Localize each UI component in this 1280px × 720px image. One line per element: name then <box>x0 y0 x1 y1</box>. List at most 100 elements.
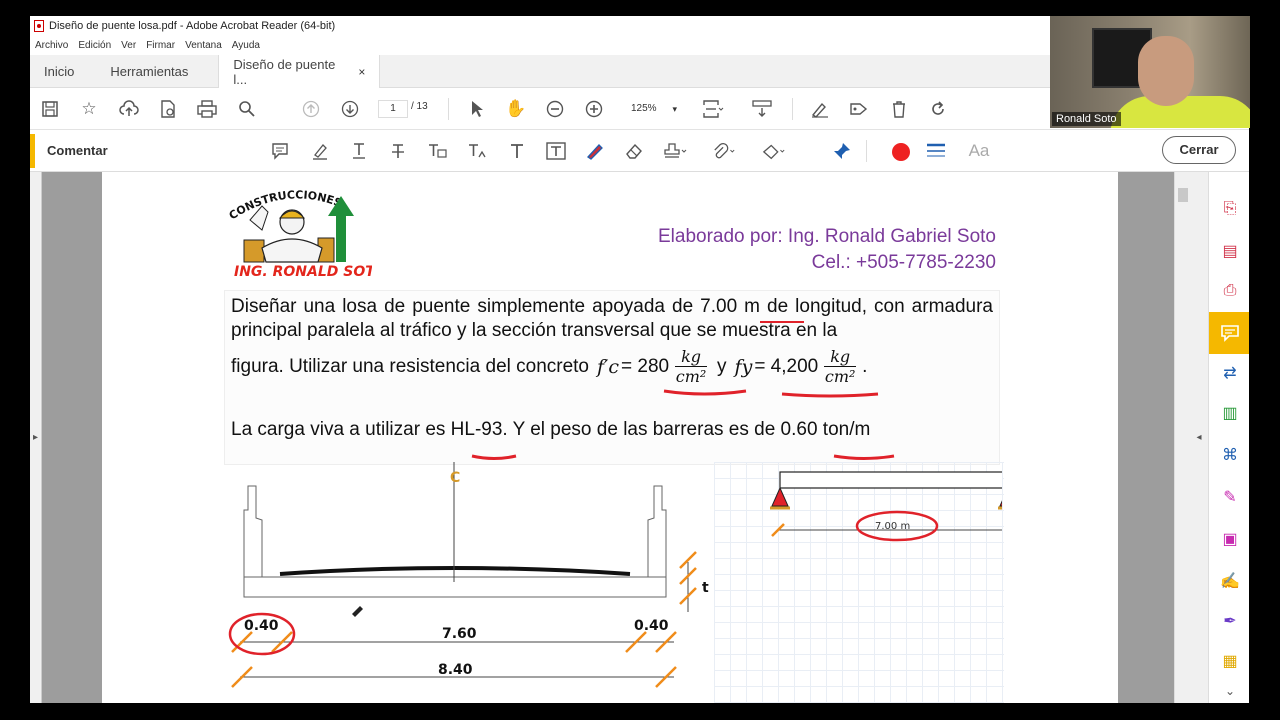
previous-page-icon[interactable] <box>300 98 322 120</box>
simple-beam-diagram: 7.00 m <box>770 471 1002 542</box>
tab-home[interactable]: Inicio <box>30 55 88 87</box>
fy-symbol: fy <box>734 355 753 378</box>
author-phone: Cel.: +505-7785-2230 <box>811 252 996 273</box>
zoom-in-icon[interactable] <box>583 98 605 120</box>
page-total: / 13 <box>411 101 428 112</box>
left-panel-toggle-icon[interactable]: ▸ <box>30 172 42 703</box>
hand-tool-icon[interactable]: ✋ <box>505 98 527 120</box>
live-load-text: La carga viva a utilizar es HL-93. Y el … <box>231 419 871 440</box>
company-logo: CONSTRUCCIONES ING. RONALD SOTO <box>227 188 372 280</box>
organize-pages-icon[interactable]: ▤ <box>1219 240 1241 262</box>
select-cursor-icon[interactable] <box>466 98 488 120</box>
print-icon[interactable] <box>196 98 218 120</box>
webcam-person-head <box>1138 36 1194 106</box>
underline-text-icon[interactable] <box>347 139 371 163</box>
export-pdf-icon[interactable]: ⎘ <box>1219 198 1241 220</box>
left-curb-dimension: 0.40 <box>244 618 279 634</box>
tab-document[interactable]: Diseño de puente l... × <box>218 54 381 89</box>
menu-archivo[interactable]: Archivo <box>35 40 68 51</box>
comment-tool-icon[interactable] <box>1209 312 1249 354</box>
font-size-icon[interactable]: Aa <box>967 139 991 163</box>
webcam-name-label: Ronald Soto <box>1052 112 1121 126</box>
right-curb-dimension: 0.40 <box>634 618 669 634</box>
more-tools-icon[interactable]: ▦ <box>1219 650 1241 672</box>
edit-pdf-icon[interactable]: ▥ <box>1219 402 1241 424</box>
stamp-icon[interactable] <box>663 139 687 163</box>
comment-accent-bar <box>30 134 35 168</box>
zoom-dropdown[interactable]: 125% <box>623 100 683 118</box>
logo-bottom-text: ING. RONALD SOTO <box>234 264 372 280</box>
page-fit-icon[interactable] <box>702 98 724 120</box>
right-panel-toggle-icon[interactable]: ◂ <box>1190 172 1208 703</box>
fc-value: = 280 <box>621 355 670 377</box>
line-style-icon[interactable] <box>924 139 948 163</box>
scan-ocr-icon[interactable]: ⌘ <box>1219 444 1241 466</box>
document-area: ▸ CONSTRUCCIONES ING. RONALD SOTO <box>30 172 1208 703</box>
stamp-tag-icon[interactable] <box>848 98 870 120</box>
combine-files-icon[interactable]: ⇄ <box>1219 362 1241 384</box>
beam-span-label: 7.00 m <box>875 521 910 532</box>
menu-ventana[interactable]: Ventana <box>185 40 222 51</box>
next-page-icon[interactable] <box>339 98 361 120</box>
close-comment-button[interactable]: Cerrar <box>1162 136 1236 164</box>
cross-section-drawing: C t 0.40 7.60 0.40 8.40 <box>228 462 709 688</box>
insert-text-icon[interactable] <box>466 139 490 163</box>
zoom-search-icon[interactable] <box>236 98 258 120</box>
protect-icon[interactable]: ▣ <box>1219 528 1241 550</box>
tab-tools[interactable]: Herramientas <box>96 55 202 87</box>
shapes-icon[interactable] <box>762 139 786 163</box>
pin-icon[interactable] <box>830 139 854 163</box>
pencil-draw-icon[interactable] <box>583 139 607 163</box>
file-search-icon[interactable] <box>157 98 179 120</box>
sticky-note-icon[interactable] <box>268 139 292 163</box>
certificate-icon[interactable]: ✒ <box>1219 610 1241 632</box>
add-text-icon[interactable] <box>505 139 529 163</box>
fc-unit: kg cm² <box>675 347 708 386</box>
window-title: Diseño de puente losa.pdf - Adobe Acroba… <box>49 20 336 32</box>
total-width-dimension: 8.40 <box>438 662 473 678</box>
bookmark-star-icon[interactable]: ☆ <box>78 98 100 120</box>
cloud-upload-icon[interactable] <box>118 98 140 120</box>
highlight-icon[interactable] <box>308 139 332 163</box>
redo-icon[interactable] <box>927 98 949 120</box>
toolbar-divider <box>792 98 793 120</box>
toolbar-divider <box>866 140 867 162</box>
replace-text-icon[interactable] <box>425 139 449 163</box>
text-box-icon[interactable] <box>544 139 568 163</box>
pdf-icon <box>34 20 44 32</box>
menu-edicion[interactable]: Edición <box>78 40 111 51</box>
fill-sign-icon[interactable]: ✎ <box>1219 486 1241 508</box>
screen: Diseño de puente losa.pdf - Adobe Acroba… <box>0 0 1280 720</box>
scrollbar-thumb[interactable] <box>1178 188 1188 202</box>
tools-rail: ⎘ ▤ ⎙ ⇄ ▥ ⌘ ✎ ▣ ✍ ✒ ▦ ⌄ <box>1208 172 1249 703</box>
page-number-input[interactable]: 1 <box>378 100 408 118</box>
color-picker-icon[interactable] <box>892 143 910 161</box>
strikethrough-icon[interactable] <box>386 139 410 163</box>
attach-file-icon[interactable] <box>712 139 736 163</box>
sign-pen-icon[interactable] <box>809 98 831 120</box>
menu-ver[interactable]: Ver <box>121 40 136 51</box>
scroll-mode-icon[interactable] <box>751 98 773 120</box>
centerline-label: C <box>450 470 460 486</box>
fc-unit-numerator: kg <box>675 347 708 367</box>
eraser-icon[interactable] <box>622 139 646 163</box>
vertical-scrollbar[interactable] <box>1174 172 1190 703</box>
fc-unit-denominator: cm² <box>675 367 707 386</box>
pen-cursor-icon <box>352 606 363 617</box>
send-for-signature-icon[interactable]: ✍ <box>1219 570 1241 592</box>
fy-unit-denominator: cm² <box>824 367 856 386</box>
webcam-overlay: Ronald Soto <box>1050 16 1250 128</box>
toolbar-divider <box>448 98 449 120</box>
thickness-label: t <box>702 580 709 596</box>
trash-icon[interactable] <box>888 98 910 120</box>
zoom-out-icon[interactable] <box>544 98 566 120</box>
close-tab-icon[interactable]: × <box>358 65 365 79</box>
menu-firmar[interactable]: Firmar <box>146 40 175 51</box>
save-icon[interactable] <box>39 98 61 120</box>
problem-statement: Diseñar una losa de puente simplemente a… <box>224 290 1000 465</box>
formula-line: figura. Utilizar una resistencia del con… <box>231 347 867 386</box>
menu-ayuda[interactable]: Ayuda <box>232 40 260 51</box>
expand-rail-icon[interactable]: ⌄ <box>1219 680 1241 702</box>
problem-paragraph: Diseñar una losa de puente simplemente a… <box>231 296 993 341</box>
create-pdf-icon[interactable]: ⎙ <box>1219 280 1241 302</box>
